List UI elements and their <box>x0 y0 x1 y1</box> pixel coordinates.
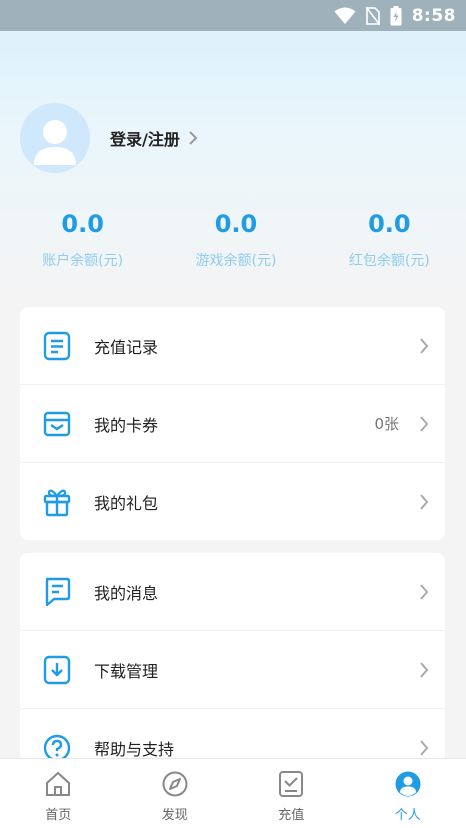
menu-item-download-manager[interactable]: 下载管理 <box>20 631 445 709</box>
menu-item-my-messages[interactable]: 我的消息 <box>20 553 445 631</box>
gift-icon <box>41 486 73 518</box>
coupon-icon <box>41 408 73 440</box>
compass-icon <box>161 771 189 801</box>
tab-label: 首页 <box>45 808 72 823</box>
game-balance[interactable]: 0.0 游戏余额(元) <box>159 210 312 270</box>
login-register-label: 登录/注册 <box>110 130 180 149</box>
document-icon <box>41 330 73 362</box>
person-icon <box>394 771 422 801</box>
redpacket-balance[interactable]: 0.0 红包余额(元) <box>313 210 466 270</box>
menu-card-records: 充值记录 我的卡券 0张 我的礼包 <box>20 307 445 540</box>
tab-label: 个人 <box>394 808 421 823</box>
account-balance[interactable]: 0.0 账户余额(元) <box>6 210 159 270</box>
balance-label: 账户余额(元) <box>42 253 124 269</box>
profile-section: 登录/注册 <box>20 103 198 173</box>
status-bar: 8:58 <box>0 0 466 31</box>
battery-charging-icon <box>390 5 402 26</box>
menu-card-services: 我的消息 下载管理 帮助与支持 <box>20 553 445 763</box>
balance-value: 0.0 <box>368 210 411 238</box>
status-time: 8:58 <box>411 5 456 26</box>
menu-item-help-support[interactable]: 帮助与支持 <box>20 709 445 763</box>
menu-item-my-gifts[interactable]: 我的礼包 <box>20 463 445 540</box>
chevron-right-icon <box>419 337 429 355</box>
tab-recharge[interactable]: 充值 <box>233 759 350 828</box>
download-icon <box>41 654 73 686</box>
tab-label: 充值 <box>278 808 305 823</box>
menu-item-label: 我的卡券 <box>94 415 159 435</box>
balance-label: 红包余额(元) <box>348 253 430 269</box>
menu-item-label: 下载管理 <box>94 661 159 681</box>
home-icon <box>44 771 72 801</box>
menu-item-label: 我的消息 <box>94 583 159 603</box>
coupon-count: 0张 <box>374 415 399 433</box>
balance-value: 0.0 <box>214 210 258 238</box>
no-sim-icon <box>365 6 380 25</box>
tab-label: 发现 <box>161 808 188 823</box>
menu-item-label: 帮助与支持 <box>94 740 175 759</box>
login-register-link[interactable]: 登录/注册 <box>110 126 198 150</box>
tab-home[interactable]: 首页 <box>0 759 117 828</box>
balance-summary: 0.0 账户余额(元) 0.0 游戏余额(元) 0.0 红包余额(元) <box>0 210 466 270</box>
tab-discover[interactable]: 发现 <box>117 759 234 828</box>
chevron-right-icon <box>419 583 429 601</box>
message-icon <box>41 576 73 608</box>
wifi-icon <box>334 7 356 25</box>
balance-label: 游戏余额(元) <box>195 253 277 269</box>
avatar[interactable] <box>20 103 90 173</box>
menu-item-label: 充值记录 <box>94 337 159 357</box>
chevron-right-icon <box>419 739 429 757</box>
menu-item-label: 我的礼包 <box>94 494 159 513</box>
chevron-right-icon <box>419 661 429 679</box>
recharge-icon <box>277 771 305 801</box>
menu-item-my-coupons[interactable]: 我的卡券 0张 <box>20 385 445 463</box>
chevron-right-icon <box>419 493 429 511</box>
menu-item-recharge-records[interactable]: 充值记录 <box>20 307 445 385</box>
chevron-right-icon <box>419 415 429 433</box>
balance-value: 0.0 <box>61 210 104 238</box>
bottom-tab-bar: 首页 发现 充值 个人 <box>0 758 466 828</box>
tab-profile[interactable]: 个人 <box>350 759 466 828</box>
chevron-right-icon <box>188 130 198 146</box>
